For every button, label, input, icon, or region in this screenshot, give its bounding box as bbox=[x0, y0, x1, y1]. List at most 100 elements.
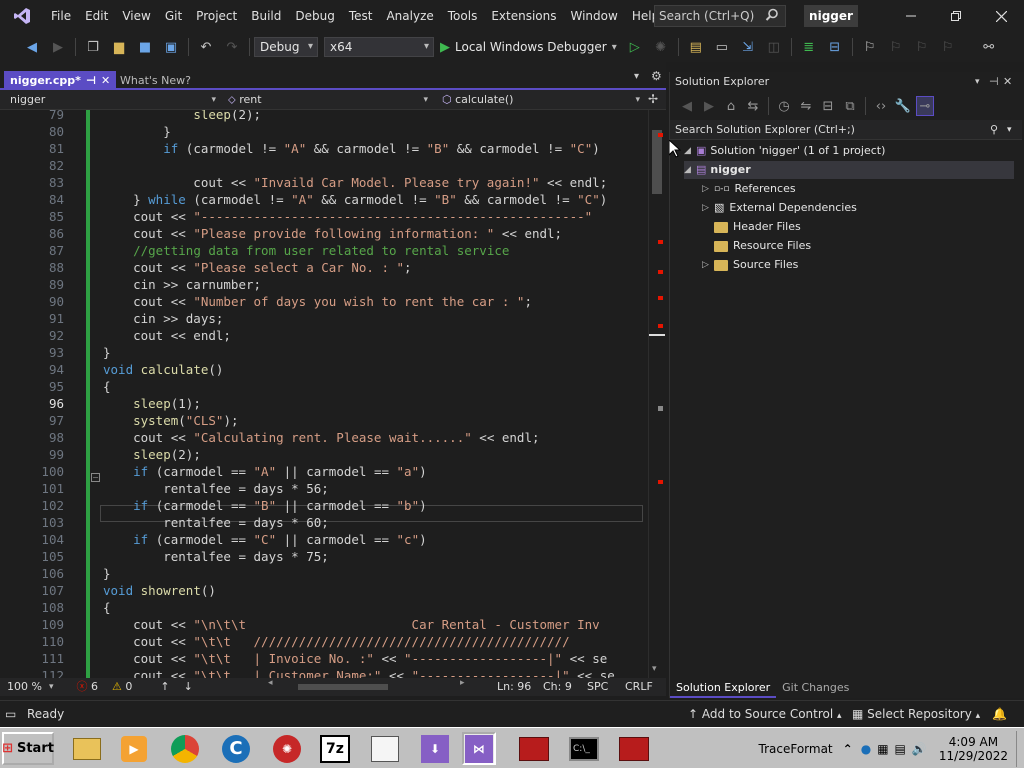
menu-edit[interactable]: Edit bbox=[78, 0, 115, 32]
code-line[interactable]: 93} bbox=[0, 344, 648, 361]
menu-build[interactable]: Build bbox=[244, 0, 288, 32]
ccleaner-tray-icon[interactable]: ● bbox=[861, 742, 871, 756]
code-line[interactable]: 109 cout << "\n\t\t Car Rental - Custome… bbox=[0, 616, 648, 633]
pin-icon[interactable]: ⊣ bbox=[86, 71, 96, 90]
menu-project[interactable]: Project bbox=[189, 0, 244, 32]
tab-overflow-icon[interactable]: ▾ bbox=[634, 71, 639, 82]
collapsed-arrow-icon[interactable]: ▷ bbox=[702, 256, 714, 274]
collapsed-arrow-icon[interactable]: ▷ bbox=[702, 180, 714, 198]
close-icon[interactable]: ✕ bbox=[101, 71, 110, 90]
expanded-arrow-icon[interactable]: ◢ bbox=[684, 161, 696, 179]
prev-bookmark-icon[interactable]: ⚐ bbox=[886, 37, 906, 57]
clock[interactable]: 4:09 AM 11/29/2022 bbox=[939, 735, 1008, 763]
code-line[interactable]: 84 } while (carmodel != "A" && carmodel … bbox=[0, 191, 648, 208]
clear-bookmark-icon[interactable]: ⚐ bbox=[938, 37, 958, 57]
prev-issue-icon[interactable]: ↑ bbox=[153, 678, 176, 696]
save-all-icon[interactable]: ▣ bbox=[161, 37, 181, 57]
code-line[interactable]: 112 cout << "\t\t | Customer Name:" << "… bbox=[0, 667, 648, 678]
7zip-icon[interactable]: 7z bbox=[318, 732, 352, 765]
scroll-left-icon[interactable]: ◂ bbox=[268, 678, 273, 688]
ccleaner-icon[interactable]: C bbox=[219, 732, 253, 765]
code-line[interactable]: 79 sleep(2); bbox=[0, 110, 648, 123]
code-line[interactable]: 108 { bbox=[0, 599, 648, 616]
code-line[interactable]: 88 cout << "Please select a Car No. : "; bbox=[0, 259, 648, 276]
back-icon[interactable]: ◀ bbox=[22, 37, 42, 57]
code-line[interactable]: 100 if (carmodel == "A" || carmodel == "… bbox=[0, 463, 648, 480]
expanded-arrow-icon[interactable]: ◢ bbox=[684, 142, 696, 160]
scroll-down-icon[interactable]: ▾ bbox=[652, 664, 657, 674]
tree-project[interactable]: ◢ ▤ nigger bbox=[684, 161, 1014, 179]
code-line[interactable]: 82 bbox=[0, 157, 648, 174]
code-line[interactable]: 98 cout << "Calculating rent. Please wai… bbox=[0, 429, 648, 446]
solution-search-input[interactable]: Search Solution Explorer (Ctrl+;) ⚲ ▾ bbox=[670, 120, 1022, 140]
media-player-icon[interactable]: ▶ bbox=[117, 732, 151, 765]
start-button[interactable]: ⊞ Start bbox=[2, 732, 54, 765]
redo-icon[interactable]: ↷ bbox=[222, 37, 242, 57]
layout-icon[interactable]: ▭ bbox=[712, 37, 732, 57]
view-code-icon[interactable]: ‹› bbox=[872, 96, 890, 116]
tree-source-files[interactable]: ▷ Source Files bbox=[702, 256, 798, 274]
code-line[interactable]: 80 } bbox=[0, 123, 648, 140]
open-folder-icon[interactable]: ▆ bbox=[109, 37, 129, 57]
menu-file[interactable]: File bbox=[44, 0, 78, 32]
collapsed-arrow-icon[interactable]: ▷ bbox=[702, 199, 714, 217]
toolbox-icon[interactable] bbox=[517, 732, 551, 765]
tab-nigger-cpp[interactable]: nigger.cpp* ⊣ ✕ bbox=[4, 71, 116, 90]
project-scope-select[interactable]: nigger ▾ bbox=[4, 92, 218, 108]
close-window-button[interactable] bbox=[978, 0, 1024, 32]
next-bookmark-icon[interactable]: ⚐ bbox=[912, 37, 932, 57]
step-icon[interactable]: ⇲ bbox=[738, 37, 758, 57]
code-editor[interactable]: − − 79 sleep(2);80 }81 if (carmodel != "… bbox=[0, 110, 648, 678]
code-line[interactable]: 103 rentalfee = days * 60; bbox=[0, 514, 648, 531]
search-input[interactable]: Search (Ctrl+Q) bbox=[654, 5, 786, 27]
menu-window[interactable]: Window bbox=[564, 0, 625, 32]
tree-resource-files[interactable]: Resource Files bbox=[714, 237, 811, 255]
code-line[interactable]: 101 rentalfee = days * 56; bbox=[0, 480, 648, 497]
code-line[interactable]: 83 cout << "Invaild Car Model. Please tr… bbox=[0, 174, 648, 191]
start-debugging-button[interactable]: ▶ Local Windows Debugger ▾ bbox=[440, 40, 617, 55]
close-icon[interactable]: ✕ bbox=[1003, 72, 1012, 92]
line-ending-indicator[interactable]: CRLF bbox=[618, 678, 660, 696]
code-line[interactable]: 104 if (carmodel == "C" || carmodel == "… bbox=[0, 531, 648, 548]
tab-solution-explorer[interactable]: Solution Explorer bbox=[670, 678, 777, 698]
select-repository-button[interactable]: ▦ Select Repository ▴ bbox=[852, 701, 980, 729]
code-line[interactable]: 96 sleep(1); bbox=[0, 395, 648, 412]
code-line[interactable]: 105 rentalfee = days * 75; bbox=[0, 548, 648, 565]
code-line[interactable]: 107 void showrent() bbox=[0, 582, 648, 599]
split-icon[interactable]: ✢ bbox=[648, 92, 658, 106]
menu-git[interactable]: Git bbox=[158, 0, 189, 32]
pending-changes-icon[interactable]: ◷ bbox=[775, 96, 793, 116]
forward-icon[interactable]: ▶ bbox=[700, 96, 718, 116]
tree-solution[interactable]: ◢ ▣ Solution 'nigger' (1 of 1 project) bbox=[684, 142, 885, 160]
sync-icon[interactable]: ⇋ bbox=[797, 96, 815, 116]
platform-select[interactable]: x64 bbox=[324, 37, 434, 57]
code-line[interactable]: 81 if (carmodel != "A" && carmodel != "B… bbox=[0, 140, 648, 157]
menu-debug[interactable]: Debug bbox=[288, 0, 341, 32]
whitespace-indicator[interactable]: SPC bbox=[580, 678, 615, 696]
tree-header-files[interactable]: Header Files bbox=[714, 218, 801, 236]
toolbox-icon-2[interactable] bbox=[617, 732, 651, 765]
network-icon[interactable]: ▦ bbox=[877, 742, 888, 756]
collapse-all-icon[interactable]: ⊟ bbox=[819, 96, 837, 116]
code-line[interactable]: 97 system("CLS"); bbox=[0, 412, 648, 429]
code-line[interactable]: 89 cin >> carnumber; bbox=[0, 276, 648, 293]
home-icon[interactable]: ⌂ bbox=[722, 96, 740, 116]
visual-studio-task-icon[interactable]: ⋈ bbox=[462, 732, 496, 765]
live-share-icon[interactable]: ⚯ bbox=[979, 37, 999, 57]
zoom-level[interactable]: 100 % bbox=[0, 678, 49, 696]
menu-tools[interactable]: Tools bbox=[441, 0, 485, 32]
chevron-down-icon[interactable]: ▾ bbox=[975, 72, 980, 92]
code-line[interactable]: 85 cout << "----------------------------… bbox=[0, 208, 648, 225]
add-source-control-button[interactable]: ↑ Add to Source Control ▴ bbox=[688, 701, 842, 729]
next-issue-icon[interactable]: ↓ bbox=[177, 678, 200, 696]
start-without-debugging-icon[interactable]: ▷ bbox=[625, 37, 645, 57]
device-icon[interactable]: ▤ bbox=[895, 742, 906, 756]
back-icon[interactable]: ◀ bbox=[678, 96, 696, 116]
menu-extensions[interactable]: Extensions bbox=[484, 0, 563, 32]
chrome-icon[interactable] bbox=[168, 732, 202, 765]
bookmark-icon[interactable]: ⚐ bbox=[860, 37, 880, 57]
code-line[interactable]: 99 sleep(2); bbox=[0, 446, 648, 463]
preview-selected-icon[interactable]: ⊸ bbox=[916, 96, 934, 116]
format-icon[interactable]: ≣ bbox=[799, 37, 819, 57]
vs-installer-icon[interactable]: ⬇ bbox=[418, 732, 452, 765]
